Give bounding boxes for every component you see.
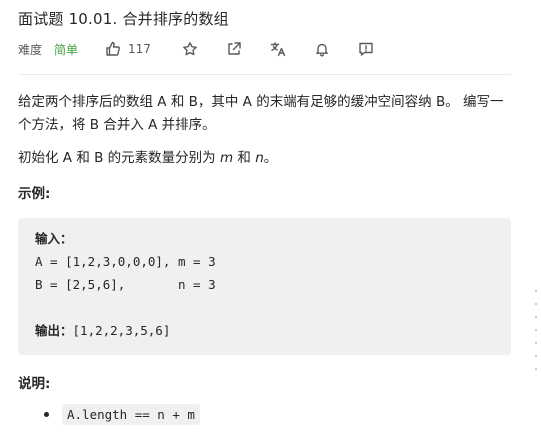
resize-handle-dot [535,329,537,331]
var-n: n [255,150,264,166]
star-icon[interactable] [181,40,199,58]
init-text: 初始化 A 和 B 的元素数量分别为 [18,150,220,166]
list-bullet [44,412,49,417]
example-input-label: 输入： [35,231,73,246]
example-output-value: [1,2,2,3,5,6] [72,323,171,338]
resize-handle[interactable] [535,290,539,370]
feedback-icon[interactable] [357,40,375,58]
problem-title: 面试题 10.01. 合并排序的数组 [18,10,229,28]
thumbs-up-icon[interactable] [104,40,122,58]
resize-handle-dot [535,303,537,305]
description-paragraph: 给定两个排序后的数组 A 和 B，其中 A 的末端有足够的缓冲空间容纳 B。 编… [18,94,504,133]
example-output-label: 输出： [35,323,73,338]
example-line-b: B = [2,5,6], n = 3 [35,277,216,292]
share-icon[interactable] [225,40,243,58]
header-divider [18,74,511,75]
problem-meta-bar: 难度 简单 117 [18,38,375,60]
bell-icon[interactable] [313,40,331,58]
like-count: 117 [128,42,151,56]
example-output-line: 输出：[1,2,2,3,5,6] [35,322,170,340]
example-line-a: A = [1,2,3,0,0,0], m = 3 [35,254,216,269]
notes-heading: 说明: [18,376,51,392]
resize-handle-dot [535,355,537,357]
resize-handle-dot [535,290,537,292]
translate-icon[interactable] [269,40,287,58]
difficulty-label: 难度 [18,42,43,57]
resize-handle-dot [535,342,537,344]
resize-handle-dot [535,316,537,318]
var-m: m [219,150,234,166]
init-paragraph: 初始化 A 和 B 的元素数量分别为 m 和 n。 [18,147,511,170]
example-heading: 示例: [18,186,51,202]
resize-handle-dot [535,368,537,370]
init-text-end: 。 [263,150,278,166]
example-code-block: 输入： A = [1,2,3,0,0,0], m = 3 B = [2,5,6]… [18,218,511,355]
difficulty-badge: 简单 [54,42,79,57]
init-text-mid: 和 [233,150,256,166]
note-code: A.length == n + m [62,404,200,425]
